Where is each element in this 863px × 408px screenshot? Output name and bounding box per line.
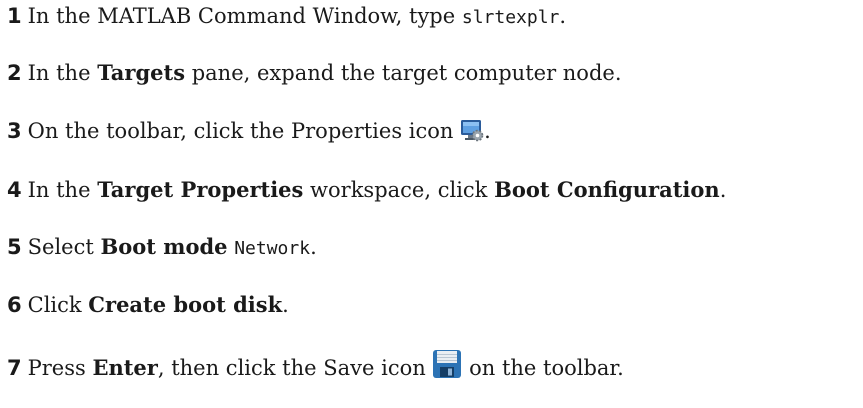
- step-text: , then click the Save icon: [157, 356, 433, 380]
- step-number: 3: [7, 119, 22, 143]
- ui-term-targets: Targets: [97, 60, 186, 85]
- save-icon: [432, 349, 462, 386]
- step-text: .: [282, 293, 289, 317]
- step-text: .: [484, 119, 491, 143]
- step-number: 6: [7, 293, 22, 317]
- step-4: 4 In the Target Properties workspace, cli…: [7, 176, 726, 204]
- ui-term-create-boot-disk: Create boot disk: [88, 292, 283, 317]
- step-number: 5: [7, 235, 22, 259]
- ui-term-boot-mode: Boot mode: [100, 234, 228, 259]
- ui-term-enter: Enter: [92, 355, 158, 380]
- step-text: Select: [27, 235, 101, 259]
- step-number: 2: [7, 61, 22, 85]
- step-text: On the toolbar, click the Properties ico…: [27, 119, 461, 143]
- step-5: 5 Select Boot mode Network.: [7, 233, 317, 261]
- step-number: 7: [7, 356, 22, 380]
- properties-icon: [460, 118, 484, 149]
- step-text: Click: [27, 293, 89, 317]
- step-text: .: [559, 4, 567, 28]
- ui-term-boot-configuration: Boot Configuration: [494, 177, 720, 202]
- step-text: Press: [27, 356, 93, 380]
- step-text: In the MATLAB Command Window, type: [27, 4, 462, 28]
- step-2: 2 In the Targets pane, expand the target …: [7, 59, 622, 87]
- command-code: slrtexplr: [461, 7, 560, 28]
- step-text: pane, expand the target computer node.: [185, 61, 622, 85]
- ui-term-target-properties: Target Properties: [97, 177, 304, 202]
- step-text: .: [310, 235, 317, 259]
- step-number: 4: [7, 178, 22, 202]
- step-text: In the: [27, 61, 98, 85]
- step-1: 1 In the MATLAB Command Window, type slrt…: [7, 2, 566, 30]
- step-text: workspace, click: [303, 178, 495, 202]
- step-number: 1: [7, 4, 22, 28]
- step-6: 6 Click Create boot disk.: [7, 291, 289, 319]
- step-7: 7 Press Enter, then click the Save icon o…: [7, 349, 624, 380]
- step-text: In the: [27, 178, 98, 202]
- step-3: 3 On the toolbar, click the Properties ic…: [7, 117, 491, 145]
- option-code: Network: [234, 238, 311, 259]
- step-text: on the toolbar.: [462, 356, 624, 380]
- step-text: .: [719, 178, 727, 202]
